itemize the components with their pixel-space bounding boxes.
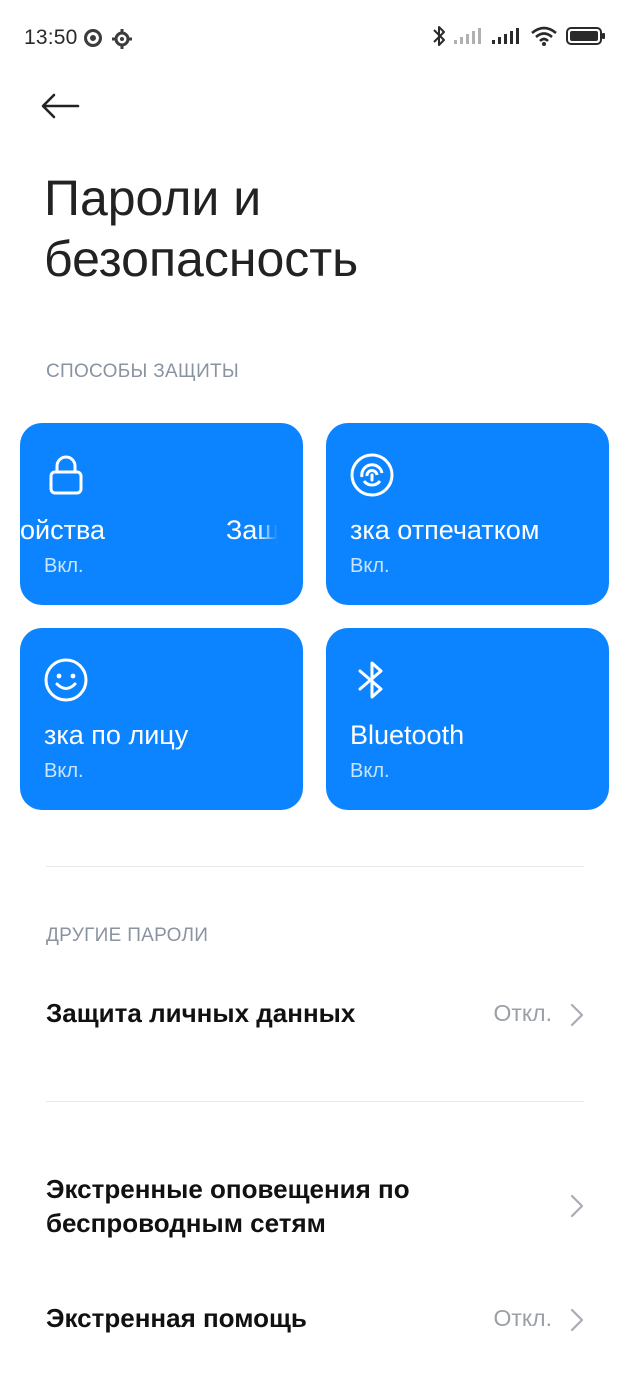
section-header-other-passwords: ДРУГИЕ ПАРОЛИ [46,925,209,946]
settings-gear-icon [112,29,132,49]
signal-2-icon [492,26,522,51]
bluetooth-status-icon [432,24,446,53]
tile-status: Вкл. [350,555,390,577]
status-bar: 13:50 [0,0,630,76]
chevron-right-icon [570,1003,584,1027]
tile-device-protection[interactable]: ойства Защ Вкл. [20,423,303,605]
row-title: Экстренные оповещения по беспроводным се… [46,1174,410,1238]
divider [46,866,584,867]
list-item-privacy-protection[interactable]: Защита личных данных Откл. [0,985,630,1045]
row-value: Откл. [493,1000,552,1026]
tile-fingerprint-unlock[interactable]: зка отпечатком Вкл. [326,423,609,605]
status-time: 13:50 [24,26,78,49]
lock-icon [44,453,88,497]
face-icon [44,658,88,702]
tile-status: Вкл. [44,760,84,782]
signal-1-icon [454,26,484,51]
tile-face-unlock[interactable]: зка по лицу Вкл. [20,628,303,810]
tile-title: зка отпечатком [350,515,540,545]
tile-title: ойства [20,515,106,545]
row-value: Откл. [493,1305,552,1331]
list-item-emergency-sos[interactable]: Экстренная помощь Откл. [0,1290,630,1350]
wifi-icon [530,25,558,52]
list-item-wireless-emergency-alerts[interactable]: Экстренные оповещения по беспроводным се… [0,1168,630,1248]
section-header-protection: СПОСОБЫ ЗАЩИТЫ [46,361,240,382]
fingerprint-icon [350,453,394,497]
tile-status: Вкл. [44,555,84,577]
page-title: Пароли и безопасность [44,170,359,287]
row-title: Экстренная помощь [46,1303,307,1333]
divider [46,1101,584,1102]
tile-bluetooth[interactable]: Bluetooth Вкл. [326,628,609,810]
bluetooth-icon [350,658,394,702]
status-icons [432,24,606,52]
chevron-right-icon [570,1194,584,1218]
row-title: Защита личных данных [46,998,356,1028]
tile-status: Вкл. [350,760,390,782]
tile-title: Bluetooth [350,720,465,750]
back-button[interactable] [40,86,88,126]
notification-dot-icon [84,29,102,47]
back-arrow-icon [41,93,80,119]
battery-icon [566,26,606,51]
tile-title: зка по лицу [44,720,189,750]
chevron-right-icon [570,1308,584,1332]
tile-title-continuation: Защ [226,515,278,545]
